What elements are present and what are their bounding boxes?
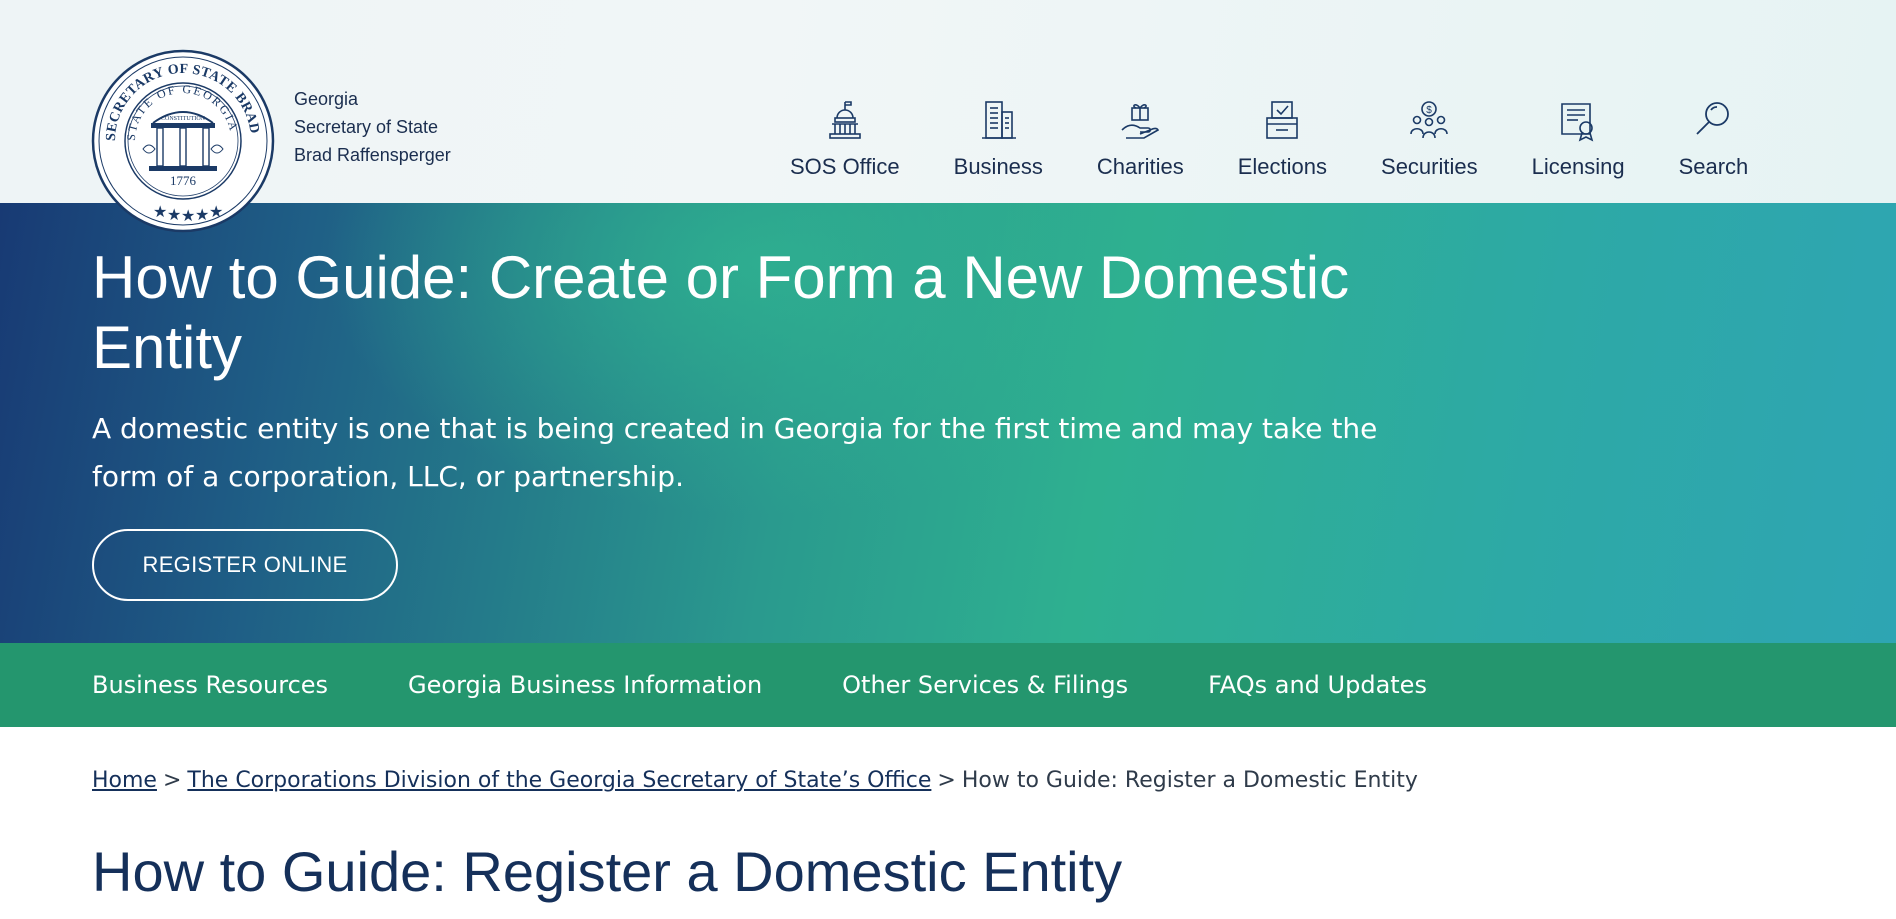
people-dollar-icon: $ <box>1410 101 1449 139</box>
org-name-line-3: Brad Raffensperger <box>294 145 451 165</box>
gift-hand-icon <box>1121 104 1160 139</box>
org-name-line-1: Georgia <box>294 89 359 109</box>
search-icon <box>1696 102 1730 135</box>
nav-label: Charities <box>1096 154 1184 179</box>
site-header: Georgia Secretary of State Brad Raffensp… <box>0 0 1896 203</box>
svg-text:★: ★ <box>195 207 209 224</box>
building-icon <box>982 101 1017 139</box>
subnav-other-services-filings[interactable]: Other Services & Filings <box>842 671 1128 699</box>
nav-elections[interactable]: Elections <box>1238 98 1327 180</box>
svg-text:$: $ <box>1427 105 1433 116</box>
breadcrumb: Home > The Corporations Division of the Ge… <box>92 768 1418 793</box>
subnav-business-resources[interactable]: Business Resources <box>92 671 328 699</box>
svg-text:★: ★ <box>209 204 223 221</box>
certificate-icon <box>1561 103 1594 142</box>
nav-business[interactable]: Business <box>954 98 1043 180</box>
capitol-icon <box>829 101 861 139</box>
seal-icon: SECRETARY OF STATE BRAD RAFFENSPERGER ST… <box>91 49 275 233</box>
nav-label: Securities <box>1381 154 1478 179</box>
nav-label: Licensing <box>1531 154 1625 179</box>
nav-search[interactable]: Search <box>1678 98 1749 180</box>
breadcrumb-corporations-link[interactable]: The Corporations Division of the Georgia… <box>187 768 931 793</box>
breadcrumb-separator: > <box>162 768 182 793</box>
nav-label: Elections <box>1237 154 1328 179</box>
svg-text:★: ★ <box>153 204 167 221</box>
nav-label: Search <box>1678 154 1749 179</box>
seal-constitution: CONSTITUTION <box>161 116 206 122</box>
page-title: How to Guide: Register a Domestic Entity <box>92 840 1123 903</box>
ballot-box-icon <box>1266 101 1299 139</box>
seal-year: 1776 <box>170 173 197 188</box>
register-online-button[interactable]: REGISTER ONLINE <box>92 529 398 601</box>
nav-sos-office[interactable]: SOS Office <box>790 98 900 180</box>
hero-title: How to Guide: Create or Form a New Domes… <box>92 244 1350 381</box>
nav-label: SOS Office <box>790 154 900 179</box>
nav-securities[interactable]: $ Securities <box>1381 98 1478 180</box>
hero-description: A domestic entity is one that is being c… <box>92 412 1378 493</box>
subnav-georgia-business-information[interactable]: Georgia Business Information <box>408 671 762 699</box>
svg-text:★: ★ <box>167 207 181 224</box>
hero-banner: How to Guide: Create or Form a New Domes… <box>0 203 1896 643</box>
breadcrumb-current: How to Guide: Register a Domestic Entity <box>961 768 1418 793</box>
georgia-state-seal[interactable]: SECRETARY OF STATE BRAD RAFFENSPERGER ST… <box>91 49 275 233</box>
subnav-faqs-updates[interactable]: FAQs and Updates <box>1208 671 1427 699</box>
section-navigation: Business Resources Georgia Business Info… <box>0 643 1896 727</box>
org-name-line-2: Secretary of State <box>294 117 439 137</box>
svg-text:★: ★ <box>181 208 195 225</box>
breadcrumb-home-link[interactable]: Home <box>92 768 157 793</box>
org-name[interactable]: Georgia Secretary of State Brad Raffensp… <box>294 85 451 169</box>
top-navigation: SOS Office Business Charities Elections … <box>790 98 1748 190</box>
nav-label: Business <box>953 154 1043 179</box>
breadcrumb-separator: > <box>937 768 956 793</box>
nav-licensing[interactable]: Licensing <box>1532 98 1625 180</box>
nav-charities[interactable]: Charities <box>1097 98 1184 180</box>
